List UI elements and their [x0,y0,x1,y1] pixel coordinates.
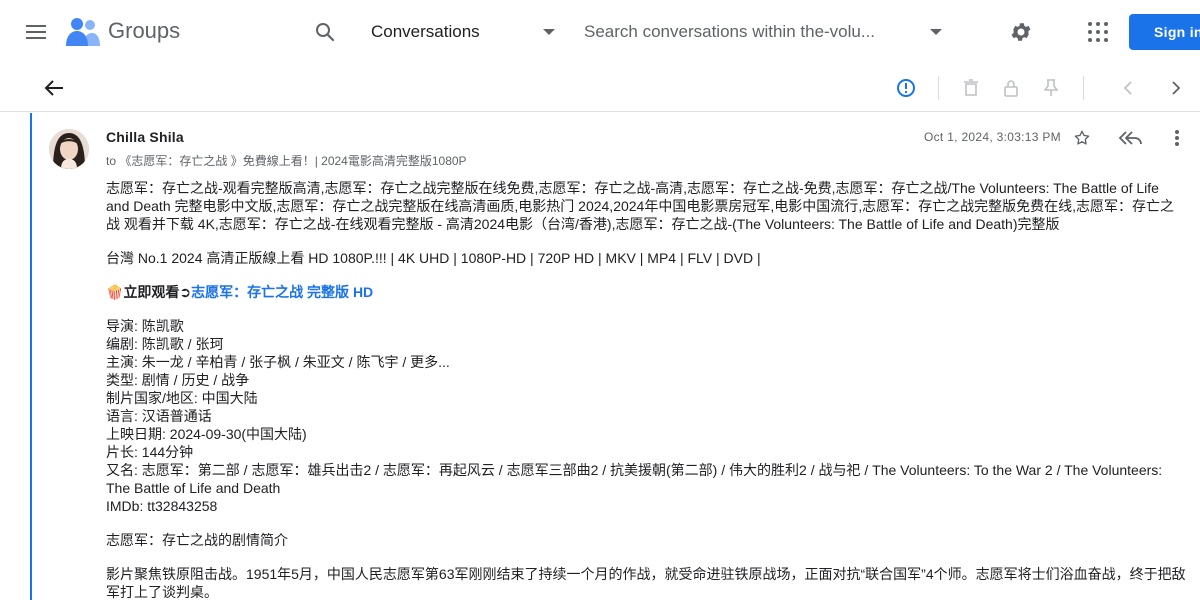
popcorn-icon: 🍿 [106,284,124,300]
more-options-button[interactable] [1166,127,1188,149]
avatar[interactable] [49,129,89,169]
body-paragraph: 台灣 No.1 2024 高清正版線上看 HD 1080P.!!! | 4K U… [106,250,761,266]
search-scope-select[interactable]: Conversations [371,16,561,48]
synopsis-text: 影片聚焦铁原阻击战。1951年5月，中国人民志愿军第63军刚刚结束了持续一个月的… [106,566,1186,600]
lock-icon [1004,80,1018,97]
body-paragraph: 志愿军：存亡之战-观看完整版高清,志愿军：存亡之战完整版在线免费,志愿军：存亡之… [106,180,1175,232]
movie-details: 导演: 陈凯歌 编剧: 陈凯歌 / 张珂 主演: 朱一龙 / 辛柏青 / 张子枫… [106,317,1186,515]
apps-grid-dot-icon [1088,22,1092,26]
avatar-image [49,129,89,169]
search-scope-label: Conversations [371,22,480,41]
apps-grid-dot-icon [1104,30,1108,34]
detail-line: 导演: 陈凯歌 [106,318,184,334]
detail-line: IMDb: tt32843258 [106,498,218,514]
app-bar: Groups Conversations Sign in [0,0,1200,64]
chevron-left-icon [1123,81,1132,95]
watch-line: 🍿立即观看➲志愿军：存亡之战 完整版 HD [106,283,1186,301]
reply-all-icon [1118,131,1142,145]
synopsis-heading: 志愿军：存亡之战的剧情简介 [106,532,288,548]
message-timestamp: Oct 1, 2024, 3:03:13 PM [924,130,1061,144]
toolbar-divider [1083,76,1084,100]
reply-all-button[interactable] [1117,127,1143,149]
star-icon [1074,130,1090,145]
apps-grid-dot-icon [1088,30,1092,34]
pin-icon [1044,79,1058,96]
recipient-name: 《志愿军：存亡之战 》免費線上看！| 2024電影高清完整版1080P [119,154,467,168]
settings-button[interactable] [1007,18,1035,46]
conversation-toolbar [0,64,1200,112]
google-apps-button[interactable] [1084,18,1112,46]
apps-grid-dot-icon [1104,22,1108,26]
detail-line: 主演: 朱一龙 / 辛柏青 / 张子枫 / 朱亚文 / 陈飞宇 / 更多... [106,354,450,370]
logo-text: Groups [108,18,181,43]
pin-button[interactable] [1040,77,1062,99]
info-icon [897,79,915,97]
search-button[interactable] [310,16,340,48]
toolbar-divider [938,76,939,100]
info-button[interactable] [895,77,917,99]
chevron-right-icon [1172,81,1181,95]
delete-button[interactable] [960,77,982,99]
recipient-prefix: to [106,154,117,168]
search-input[interactable] [584,18,874,46]
next-conversation-button[interactable] [1165,77,1187,99]
search-options-chevron-icon[interactable] [930,29,942,35]
more-vert-icon [1175,130,1179,146]
watch-link[interactable]: 志愿军：存亡之战 完整版 HD [191,284,373,300]
groups-logo[interactable]: Groups [66,16,180,46]
recipient-line: to 《志愿军：存亡之战 》免費線上看！| 2024電影高清完整版1080P [106,152,467,169]
back-arrow-icon [44,80,63,96]
menu-icon [26,25,46,39]
sign-in-button[interactable]: Sign in [1129,14,1200,50]
detail-line: 语言: 汉语普通话 [106,408,212,424]
delete-icon [964,79,978,96]
chevron-down-icon [543,29,555,35]
message-card: Chilla Shila to 《志愿军：存亡之战 》免費線上看！| 2024電… [30,113,1200,600]
main-menu-button[interactable] [20,16,52,48]
message-body: 志愿军：存亡之战-观看完整版高清,志愿军：存亡之战完整版在线免费,志愿军：存亡之… [106,179,1186,600]
apps-grid-dot-icon [1096,22,1100,26]
detail-line: 类型: 剧情 / 历史 / 战争 [106,372,250,388]
detail-line: 上映日期: 2024-09-30(中国大陆) [106,426,307,442]
sender-name[interactable]: Chilla Shila [106,129,184,145]
gear-icon [1011,23,1031,41]
detail-line: 制片国家/地区: 中国大陆 [106,390,258,406]
detail-line: 片长: 144分钟 [106,444,194,460]
apps-grid-dot-icon [1096,30,1100,34]
detail-line: 编剧: 陈凯歌 / 张珂 [106,336,224,352]
apps-grid-dot-icon [1104,38,1108,42]
search-icon [316,23,335,42]
watch-label: 立即观看➲ [123,284,192,300]
groups-logo-icon [66,18,100,46]
star-button[interactable] [1071,127,1093,149]
apps-grid-dot-icon [1096,38,1100,42]
previous-conversation-button[interactable] [1117,77,1139,99]
lock-button[interactable] [1000,77,1022,99]
detail-line: 又名: 志愿军：第二部 / 志愿军：雄兵出击2 / 志愿军：再起风云 / 志愿军… [106,462,1163,496]
back-button[interactable] [40,76,68,100]
apps-grid-dot-icon [1088,38,1092,42]
